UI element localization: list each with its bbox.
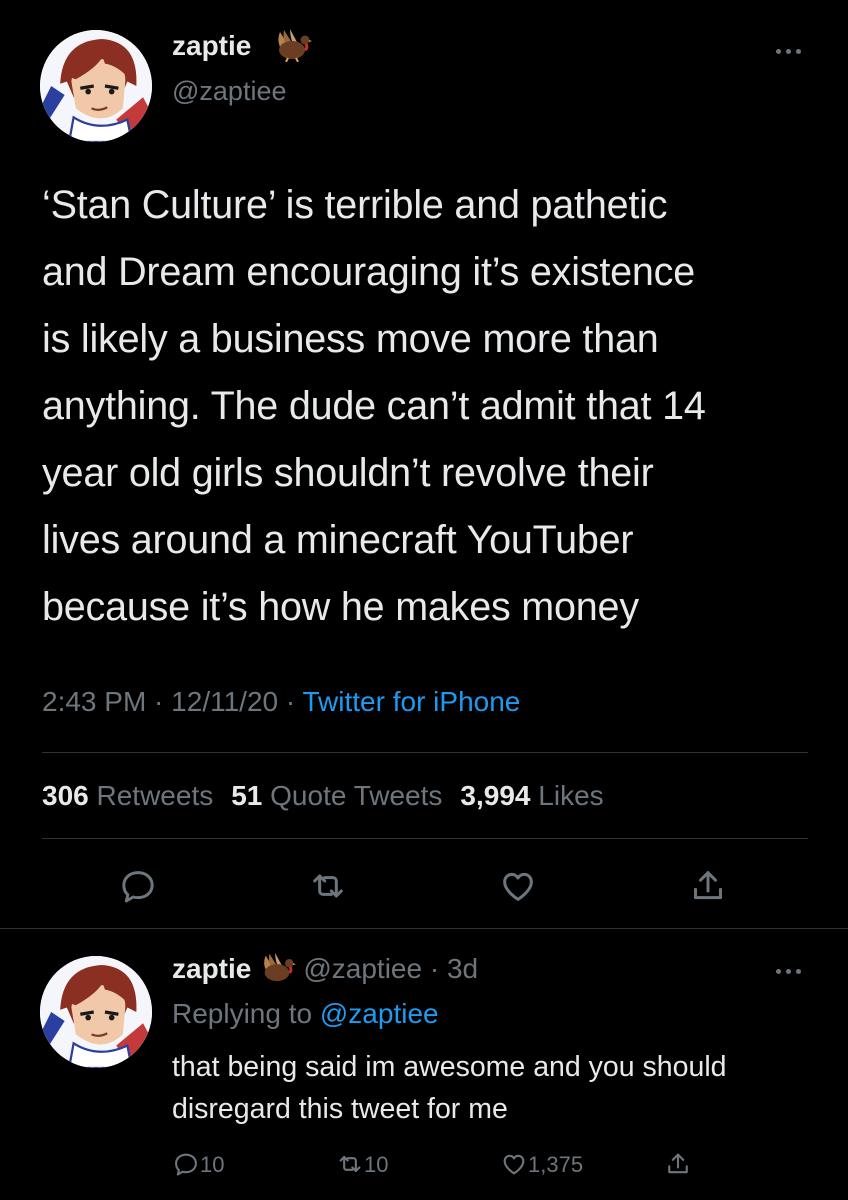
reply-display-name[interactable]: zaptie — [172, 953, 251, 984]
reply-like-button[interactable]: 1,375 — [500, 1150, 583, 1180]
reply-icon — [175, 1153, 197, 1176]
reply-header: zaptie @zaptiee · 3d — [172, 950, 478, 985]
likes-count: 3,994 — [460, 780, 531, 811]
like-count: 1,375 — [528, 1152, 584, 1177]
handle[interactable]: @zaptiee — [172, 76, 286, 107]
retweets-stat[interactable]: 306 Retweets — [42, 780, 213, 811]
tweet-source[interactable]: Twitter for iPhone — [302, 686, 520, 717]
retweets-count: 306 — [42, 780, 89, 811]
display-name[interactable]: zaptie — [172, 30, 251, 62]
quote-tweets-label: Quote Tweets — [270, 780, 443, 811]
section-divider — [0, 928, 848, 929]
tweet-date[interactable]: 12/11/20 — [171, 686, 278, 717]
turkey-emoji-icon — [257, 950, 297, 984]
share-icon[interactable] — [688, 866, 728, 906]
replying-prefix: Replying to — [172, 998, 320, 1029]
retweet-icon — [339, 1155, 361, 1173]
replying-to-handle[interactable]: @zaptiee — [320, 998, 439, 1029]
more-options-icon[interactable] — [776, 46, 804, 56]
reply-more-options-icon[interactable] — [776, 966, 804, 976]
reply-time[interactable]: 3d — [447, 953, 478, 984]
reply-retweet-button[interactable]: 10 — [336, 1150, 388, 1180]
share-icon — [668, 1153, 688, 1174]
like-icon[interactable] — [498, 866, 538, 906]
avatar[interactable] — [40, 30, 152, 142]
reply-reply-button[interactable]: 10 — [172, 1150, 224, 1180]
retweet-icon[interactable] — [308, 866, 348, 906]
divider — [42, 752, 808, 753]
retweets-label: Retweets — [96, 780, 214, 811]
reply-share-button[interactable] — [664, 1150, 692, 1180]
like-icon — [503, 1154, 525, 1175]
reply-count: 10 — [200, 1152, 225, 1177]
replying-to: Replying to @zaptiee — [172, 998, 439, 1030]
quote-tweets-count: 51 — [231, 780, 263, 811]
reply-text: that being said im awesome and you shoul… — [172, 1051, 727, 1125]
reply-handle[interactable]: @zaptiee — [303, 953, 422, 984]
retweet-count: 10 — [364, 1152, 389, 1177]
tweet-time[interactable]: 2:43 PM — [42, 686, 146, 717]
meta-separator: · — [422, 953, 447, 984]
quote-tweets-stat[interactable]: 51 Quote Tweets — [231, 780, 442, 811]
meta-separator: · — [146, 686, 172, 717]
reply-icon[interactable] — [118, 866, 158, 906]
turkey-emoji-icon — [272, 26, 312, 63]
meta-separator: · — [278, 686, 303, 717]
likes-label: Likes — [538, 780, 604, 811]
tweet-meta: 2:43 PM · 12/11/20 · Twitter for iPhone — [42, 686, 520, 718]
divider — [42, 838, 808, 839]
likes-stat[interactable]: 3,994 Likes — [460, 780, 603, 811]
reply-avatar[interactable] — [40, 956, 152, 1068]
tweet-text: ‘Stan Culture’ is terrible and pathetic … — [42, 183, 706, 629]
tweet-stats: 306 Retweets 51 Quote Tweets 3,994 Likes — [42, 780, 604, 812]
